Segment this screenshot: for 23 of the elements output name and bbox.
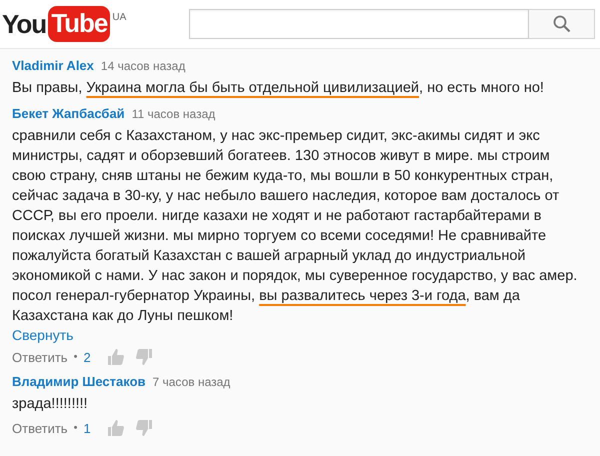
comment-author[interactable]: Vladimir Alex xyxy=(12,58,94,73)
reply-count[interactable]: 2 xyxy=(83,350,91,364)
search-button[interactable] xyxy=(529,9,595,39)
reply-link[interactable]: Ответить xyxy=(12,420,68,436)
thumbs-down-icon[interactable] xyxy=(134,348,153,366)
reply-count[interactable]: 1 xyxy=(83,420,91,436)
comment-time[interactable]: 7 часов назад xyxy=(152,375,230,389)
search-field[interactable] xyxy=(189,9,529,39)
collapse-link[interactable]: Свернуть xyxy=(12,327,600,343)
thumbs-down-icon[interactable] xyxy=(134,419,153,437)
reply-link[interactable]: Ответить xyxy=(12,350,68,364)
comment-text: зрада!!!!!!!!! xyxy=(12,395,89,414)
comment-author[interactable]: Бекет Жапбасбай xyxy=(12,106,125,121)
comment-text: сравнили себя с Казахстаном, у нас экс-премьер сидит, экс-акимы сидят и экс министры, садят и оборзевший богатеев. 130 этносов живут в мире. мы строим свою страну, сняв штаны не бежим куда-то, мы вошли в 50 конкурентных стран, сейчас задача в 30-ку, у нас небыло вашего наследия, которое вам досталось от СССР, вы его проели. нигде казахи не ходят и не работают гастарбайтерами в поисках лучшей жизни. мы мирно торгуем со всеми соседями! Не сравнивайте пожалуйста богатый Казахстан с вашей аграрный уклад до индустриальной экономикой с нами. У нас закон и порядок, мы суверенное государство, у вас амер. посол генерал-губернатор Украины, вы развалитесь через 3-и года, вам да Казахстана как до Луны пешком! xyxy=(12,127,578,326)
separator-dot: • xyxy=(74,351,78,363)
comment-text: Вы правы, Украина могла бы быть отдельной цивилизацией, но есть много но! xyxy=(12,79,545,98)
comment-author[interactable]: Владимир Шестаков xyxy=(12,374,146,389)
thumbs-up-icon[interactable] xyxy=(106,419,125,437)
comment-time[interactable]: 11 часов назад xyxy=(132,107,216,121)
separator-dot: • xyxy=(74,422,78,434)
comment-time[interactable]: 14 часов назад xyxy=(100,59,186,73)
search-icon xyxy=(552,15,570,33)
thumbs-up-icon[interactable] xyxy=(106,348,125,366)
